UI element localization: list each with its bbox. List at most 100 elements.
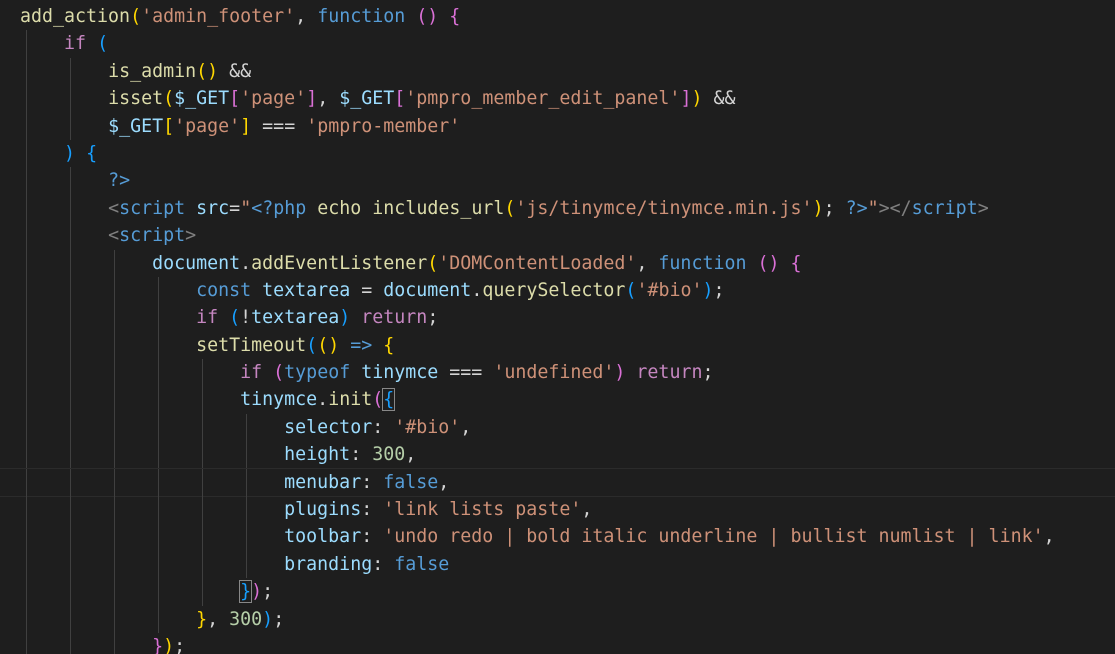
indent-guide <box>69 167 71 195</box>
code-token: ; <box>427 307 439 329</box>
code-line[interactable]: height: 300, <box>20 441 1115 469</box>
code-line[interactable]: }); <box>20 632 1115 654</box>
code-token: , <box>438 471 450 493</box>
code-line[interactable]: isset($_GET['page'], $_GET['pmpro_member… <box>20 85 1115 113</box>
code-token: ></ <box>878 197 912 219</box>
code-token: ( <box>427 252 439 274</box>
code-line[interactable]: add_action('admin_footer', function () { <box>20 3 1115 30</box>
code-token: = <box>229 197 241 219</box>
code-token: , <box>636 252 659 274</box>
code-lines[interactable]: add_action('admin_footer', function () {… <box>0 3 1115 654</box>
code-token: plugins <box>284 499 362 521</box>
indent-guide <box>201 523 203 551</box>
code-line[interactable]: toolbar: 'undo redo | bold italic underl… <box>20 523 1115 551</box>
code-token: ( <box>163 88 175 110</box>
indent-guide <box>157 523 159 551</box>
code-line[interactable]: const textarea = document.querySelector(… <box>20 276 1115 305</box>
code-token: , <box>460 416 472 438</box>
indent-guide <box>25 112 27 140</box>
code-token: 'pmpro-member' <box>306 115 461 137</box>
code-token: branding <box>284 553 373 575</box>
code-token: " <box>240 197 252 219</box>
code-line[interactable]: setTimeout(() => { <box>20 331 1115 360</box>
indent-guide <box>25 249 27 277</box>
indent-guide <box>245 496 247 524</box>
indent-guide <box>69 331 71 360</box>
code-token: ( <box>273 362 285 384</box>
code-token: 300 <box>229 608 263 630</box>
code-token: echo <box>317 197 362 219</box>
code-line[interactable]: document.addEventListener('DOMContentLoa… <box>20 249 1115 277</box>
code-line[interactable]: menubar: false, <box>0 467 1115 498</box>
indent-guide <box>69 441 71 469</box>
code-editor[interactable]: add_action('admin_footer', function () {… <box>0 0 1115 654</box>
indent-guide <box>157 276 159 305</box>
code-line[interactable]: }); <box>20 578 1115 606</box>
code-line[interactable]: $_GET['page'] === 'pmpro-member' <box>20 112 1115 140</box>
code-line[interactable]: if (typeof tinymce === 'undefined') retu… <box>20 359 1115 387</box>
code-token: includes_url <box>372 197 505 219</box>
code-token: 'pmpro_member_edit_panel' <box>405 88 681 110</box>
indent-guide <box>245 550 247 579</box>
code-line[interactable]: tinymce.init({ <box>20 386 1115 414</box>
code-line[interactable]: plugins: 'link lists paste', <box>20 496 1115 524</box>
indent-guide <box>201 578 203 606</box>
indent-guide <box>157 386 159 414</box>
code-token: = <box>350 279 384 301</box>
indent-guide <box>69 57 71 86</box>
code-line[interactable]: ) { <box>20 139 1115 168</box>
code-line[interactable]: branding: false <box>20 550 1115 579</box>
code-token: . <box>240 252 252 274</box>
code-token: if <box>196 307 219 329</box>
code-line[interactable]: <script src="<?php echo includes_url('js… <box>20 194 1115 223</box>
indent-guide <box>69 632 71 654</box>
indent-guide <box>25 523 27 551</box>
code-token: && <box>218 60 252 82</box>
code-line[interactable]: ?> <box>20 167 1115 195</box>
code-line[interactable]: <script> <box>20 222 1115 250</box>
code-token: ) <box>339 307 351 329</box>
code-token: , <box>405 444 417 466</box>
indent-guide <box>113 386 115 414</box>
indent-guide <box>245 523 247 551</box>
indent-guide <box>69 304 71 332</box>
indent-guide <box>69 550 71 579</box>
indent-guide <box>25 605 27 633</box>
code-token: if <box>240 362 263 384</box>
code-token: > <box>185 225 197 247</box>
code-token: > <box>977 197 989 219</box>
code-line[interactable]: selector: '#bio', <box>20 413 1115 442</box>
indent-guide <box>113 331 115 360</box>
code-line[interactable]: is_admin() && <box>20 57 1115 86</box>
indent-guide <box>245 468 247 497</box>
code-token: ] <box>306 88 318 110</box>
code-token: 'page' <box>174 115 241 137</box>
code-token: 300 <box>372 444 406 466</box>
code-token: === <box>438 362 494 384</box>
indent-guide <box>113 304 115 332</box>
code-token: ; <box>174 635 186 654</box>
indent-guide <box>201 359 203 387</box>
indent-guide <box>69 249 71 277</box>
code-token: function <box>317 6 406 27</box>
code-line[interactable]: if ( <box>20 30 1115 58</box>
code-line[interactable]: }, 300); <box>20 605 1115 633</box>
code-token: < <box>108 225 120 247</box>
code-token: 'js/tinymce/tinymce.min.js' <box>515 197 813 219</box>
code-token: { <box>790 252 802 274</box>
indent-guide <box>157 359 159 387</box>
code-line[interactable]: if (!textarea) return; <box>20 304 1115 332</box>
